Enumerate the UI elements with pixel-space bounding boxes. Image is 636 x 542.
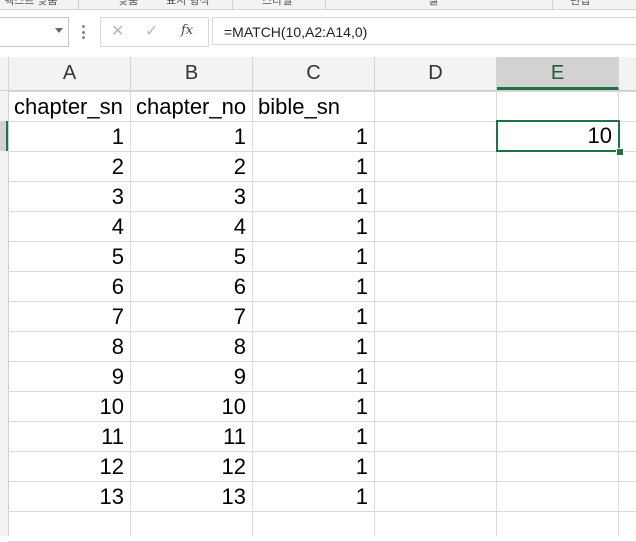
gridline <box>496 91 497 536</box>
cell-a5[interactable]: 4 <box>9 211 130 241</box>
cell-a14[interactable]: 13 <box>9 481 130 511</box>
ribbon-separator <box>78 0 79 9</box>
column-header-a[interactable]: A <box>9 57 131 90</box>
ribbon-separator <box>325 0 326 9</box>
cell-a7[interactable]: 6 <box>9 271 130 301</box>
cell-a4[interactable]: 3 <box>9 181 130 211</box>
cell-c3[interactable]: 1 <box>253 151 374 181</box>
cell-b10[interactable]: 9 <box>131 361 252 391</box>
cell-b7[interactable]: 6 <box>131 271 252 301</box>
column-header-d[interactable]: D <box>375 57 497 90</box>
cell-c9[interactable]: 1 <box>253 331 374 361</box>
cell-b6[interactable]: 5 <box>131 241 252 271</box>
cell-c13[interactable]: 1 <box>253 451 374 481</box>
select-all-corner[interactable] <box>0 57 9 90</box>
cell-b2[interactable]: 1 <box>131 121 252 151</box>
gridline <box>8 511 636 512</box>
ribbon-group-labels: 텍스트 맞춤 맞춤 표시 형식 스타일 셀 편집 <box>0 0 636 10</box>
formula-input[interactable]: =MATCH(10,A2:A14,0) <box>212 17 636 45</box>
cell-c8[interactable]: 1 <box>253 301 374 331</box>
cell-b13[interactable]: 12 <box>131 451 252 481</box>
header-cell-b[interactable]: chapter_no <box>131 91 252 121</box>
cell-c2[interactable]: 1 <box>253 121 374 151</box>
cell-c12[interactable]: 1 <box>253 421 374 451</box>
ribbon-group-label: 맞춤 <box>118 0 139 7</box>
gridline <box>618 91 619 536</box>
cell-a10[interactable]: 9 <box>9 361 130 391</box>
cell-c6[interactable]: 1 <box>253 241 374 271</box>
cell-a11[interactable]: 10 <box>9 391 130 421</box>
header-cell-c[interactable]: bible_sn <box>253 91 374 121</box>
enter-icon[interactable]: ✓ <box>145 21 158 41</box>
column-headers: A B C D E <box>0 57 636 91</box>
insert-function-icon[interactable]: fx <box>181 23 193 38</box>
cell-c10[interactable]: 1 <box>253 361 374 391</box>
ribbon-group-label: 텍스트 맞춤 <box>4 0 58 7</box>
cell-b12[interactable]: 11 <box>131 421 252 451</box>
cell-b4[interactable]: 3 <box>131 181 252 211</box>
cancel-icon[interactable]: ✕ <box>111 21 124 41</box>
ribbon-group-label: 편집 <box>570 0 591 7</box>
cell-b9[interactable]: 8 <box>131 331 252 361</box>
row-header-active[interactable] <box>0 121 8 151</box>
ribbon-separator <box>232 0 233 9</box>
cell-a2[interactable]: 1 <box>9 121 130 151</box>
cell-a6[interactable]: 5 <box>9 241 130 271</box>
cell-a8[interactable]: 7 <box>9 301 130 331</box>
cell-b11[interactable]: 10 <box>131 391 252 421</box>
ribbon-group-label: 표시 형식 <box>166 0 210 7</box>
row-headers[interactable] <box>0 91 9 536</box>
cell-c4[interactable]: 1 <box>253 181 374 211</box>
cell-b5[interactable]: 4 <box>131 211 252 241</box>
cell-c5[interactable]: 1 <box>253 211 374 241</box>
gridline <box>374 91 375 536</box>
formula-buttons: ✕ ✓ fx <box>100 17 209 47</box>
column-header-c[interactable]: C <box>253 57 375 90</box>
cell-a12[interactable]: 11 <box>9 421 130 451</box>
active-cell-e2[interactable]: 10 <box>496 120 620 152</box>
column-header-b[interactable]: B <box>131 57 253 90</box>
cell-c7[interactable]: 1 <box>253 271 374 301</box>
name-box[interactable] <box>0 17 69 47</box>
cell-b14[interactable]: 13 <box>131 481 252 511</box>
cell-a13[interactable]: 12 <box>9 451 130 481</box>
cell-a3[interactable]: 2 <box>9 151 130 181</box>
column-header-e[interactable]: E <box>497 57 619 90</box>
active-cell-value: 10 <box>587 123 612 148</box>
cell-c11[interactable]: 1 <box>253 391 374 421</box>
ribbon-separator <box>552 0 553 9</box>
spreadsheet-grid: A B C D E chapter_sn chapter_no bible_sn… <box>0 57 636 542</box>
ribbon-group-label: 셀 <box>428 0 439 7</box>
fill-handle[interactable] <box>616 148 624 156</box>
cell-b3[interactable]: 2 <box>131 151 252 181</box>
header-cell-a[interactable]: chapter_sn <box>9 91 130 121</box>
cell-a9[interactable]: 8 <box>9 331 130 361</box>
chevron-down-icon[interactable] <box>55 28 63 33</box>
ribbon-group-label: 스타일 <box>262 0 293 7</box>
column-header-f[interactable] <box>619 57 636 90</box>
formula-bar: ✕ ✓ fx =MATCH(10,A2:A14,0) <box>0 10 636 57</box>
cell-c14[interactable]: 1 <box>253 481 374 511</box>
resize-handle-icon[interactable] <box>82 25 85 39</box>
cell-b8[interactable]: 7 <box>131 301 252 331</box>
